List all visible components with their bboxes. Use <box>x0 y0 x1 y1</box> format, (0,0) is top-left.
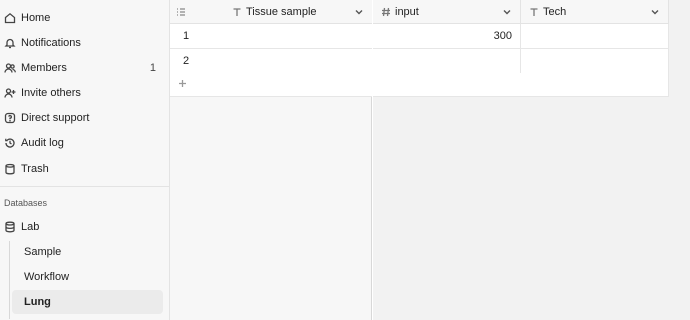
nav-direct-support[interactable]: Direct support <box>0 105 169 130</box>
nav-home-label: Home <box>21 11 51 24</box>
trash-icon <box>4 163 16 175</box>
column-header-input[interactable]: input <box>373 0 521 24</box>
help-icon <box>4 112 16 124</box>
chevron-down-icon[interactable] <box>354 7 364 17</box>
column-label: input <box>395 6 419 18</box>
table-row-1-id-cell[interactable]: 1 <box>170 24 372 49</box>
nav-notifications-label: Notifications <box>21 36 81 49</box>
nav-audit-log[interactable]: Audit log <box>0 130 169 155</box>
table-row-1-tech-cell[interactable] <box>521 24 669 49</box>
members-count: 1 <box>149 61 156 74</box>
sidebar-divider <box>0 186 169 187</box>
table-item-workflow[interactable]: Workflow <box>12 265 163 289</box>
table-row-1-input-cell[interactable]: 300 <box>373 24 521 49</box>
nav-trash-label: Trash <box>21 162 49 175</box>
invite-user-icon <box>4 87 16 99</box>
text-type-icon <box>529 7 539 17</box>
nav-direct-support-label: Direct support <box>21 111 90 124</box>
database-lab-label: Lab <box>21 220 40 233</box>
cell-value: 300 <box>493 30 512 42</box>
column-label: Tech <box>543 6 567 18</box>
table-row-2-input-cell[interactable] <box>373 49 521 74</box>
sidebar: Home Notifications Members 1 Invite othe… <box>0 0 170 320</box>
add-row-button[interactable] <box>170 73 372 97</box>
chevron-down-icon[interactable] <box>650 7 660 17</box>
chevron-down-icon[interactable] <box>502 7 512 17</box>
nav-notifications[interactable]: Notifications <box>0 30 169 55</box>
home-icon <box>4 12 16 24</box>
table-item-lung[interactable]: Lung <box>12 290 163 314</box>
members-icon <box>4 62 16 74</box>
row-select-icon[interactable] <box>176 7 186 17</box>
add-row-fill[interactable] <box>373 73 669 97</box>
nav-members[interactable]: Members 1 <box>0 55 169 80</box>
nav-invite-others-label: Invite others <box>21 86 81 99</box>
column-label: Tissue sample <box>246 6 317 18</box>
nav-members-label: Members <box>21 61 67 74</box>
number-type-icon <box>381 7 391 17</box>
table-row-2-tech-cell[interactable] <box>521 49 669 74</box>
row-id: 1 <box>183 30 190 42</box>
plus-icon <box>178 79 187 91</box>
table-item-label: Lung <box>24 296 51 308</box>
bell-icon <box>4 37 16 49</box>
table-row-2-id-cell[interactable]: 2 <box>170 49 372 74</box>
nav-invite-others[interactable]: Invite others <box>0 80 169 105</box>
tree-connector <box>9 241 10 319</box>
text-type-icon <box>232 7 242 17</box>
history-icon <box>4 137 16 149</box>
table-item-label: Sample <box>24 246 62 258</box>
column-header-tissue-sample[interactable]: Tissue sample <box>170 0 372 24</box>
column-header-tech[interactable]: Tech <box>521 0 669 24</box>
nav-audit-log-label: Audit log <box>21 136 64 149</box>
row-id: 2 <box>183 55 190 67</box>
databases-section-label: Databases <box>4 198 48 208</box>
nav-home[interactable]: Home <box>0 5 169 30</box>
table-item-label: Workflow <box>24 271 70 283</box>
database-icon <box>4 221 16 233</box>
nav-trash[interactable]: Trash <box>0 156 169 181</box>
database-lab[interactable]: Lab <box>0 214 169 239</box>
table-item-sample[interactable]: Sample <box>12 240 163 264</box>
